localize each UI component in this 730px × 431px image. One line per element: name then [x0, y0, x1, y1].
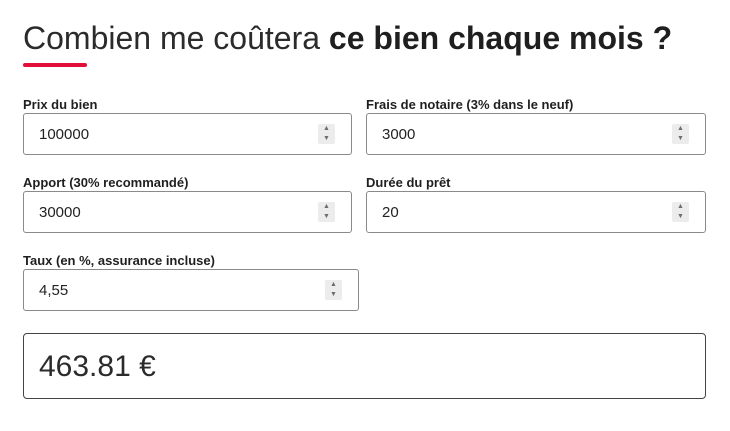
notary-fees-field[interactable]: ▲ ▼: [366, 113, 706, 155]
spinner-down-icon[interactable]: ▼: [325, 290, 342, 300]
title-regular: Combien me coûtera: [23, 20, 329, 56]
spinner-up-icon[interactable]: ▲: [318, 202, 335, 212]
rate-field[interactable]: ▲ ▼: [23, 269, 359, 311]
monthly-payment-value: 463.81 €: [39, 350, 156, 383]
spinner-down-icon[interactable]: ▼: [672, 212, 689, 222]
spinner-up-icon[interactable]: ▲: [672, 202, 689, 212]
price-field[interactable]: ▲ ▼: [23, 113, 352, 155]
loan-duration-input[interactable]: [382, 192, 619, 232]
rate-input[interactable]: [39, 270, 273, 310]
title-bold: ce bien chaque mois ?: [328, 20, 673, 56]
price-spinner[interactable]: ▲ ▼: [318, 124, 335, 144]
price-input[interactable]: [39, 114, 268, 154]
monthly-payment-result: 463.81 €: [23, 333, 706, 399]
spinner-down-icon[interactable]: ▼: [318, 134, 335, 144]
rate-label: Taux (en %, assurance incluse): [23, 253, 215, 268]
notary-fees-spinner[interactable]: ▲ ▼: [672, 124, 689, 144]
loan-duration-label: Durée du prêt: [366, 175, 451, 190]
loan-duration-spinner[interactable]: ▲ ▼: [672, 202, 689, 222]
notary-fees-input[interactable]: [382, 114, 619, 154]
down-payment-spinner[interactable]: ▲ ▼: [318, 202, 335, 222]
page-title: Combien me coûtera ce bien chaque mois ?: [23, 16, 672, 60]
rate-spinner[interactable]: ▲ ▼: [325, 280, 342, 300]
spinner-up-icon[interactable]: ▲: [672, 124, 689, 134]
title-accent-underline: [23, 63, 87, 67]
spinner-up-icon[interactable]: ▲: [318, 124, 335, 134]
price-label: Prix du bien: [23, 97, 98, 112]
notary-fees-label: Frais de notaire (3% dans le neuf): [366, 97, 574, 112]
loan-duration-field[interactable]: ▲ ▼: [366, 191, 706, 233]
down-payment-label: Apport (30% recommandé): [23, 175, 189, 190]
spinner-down-icon[interactable]: ▼: [672, 134, 689, 144]
spinner-down-icon[interactable]: ▼: [318, 212, 335, 222]
down-payment-field[interactable]: ▲ ▼: [23, 191, 352, 233]
down-payment-input[interactable]: [39, 192, 268, 232]
spinner-up-icon[interactable]: ▲: [325, 280, 342, 290]
